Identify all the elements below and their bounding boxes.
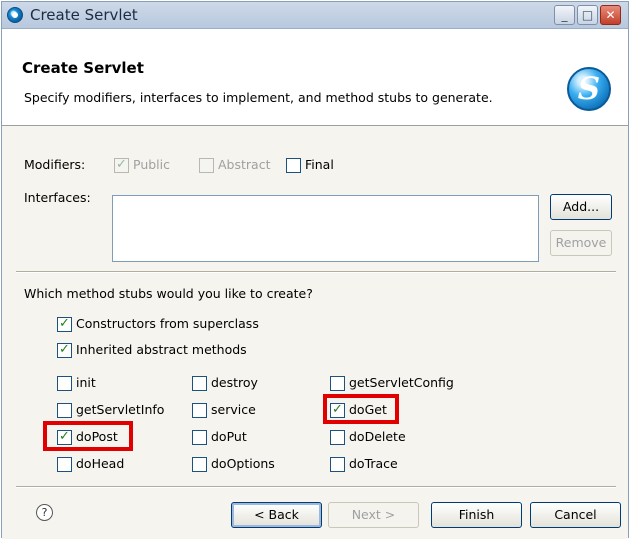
init-checkbox[interactable]	[57, 376, 72, 391]
wizard-content: Modifiers: ✓ Public Abstract Final Inter…	[2, 126, 628, 539]
public-checkbox[interactable]: ✓	[114, 158, 129, 173]
add-interface-button[interactable]: Add...	[550, 194, 612, 220]
doput-label: doPut	[211, 429, 247, 444]
cancel-button[interactable]: Cancel	[530, 502, 621, 528]
footer-separator	[16, 486, 616, 488]
banner-title: Create Servlet	[22, 59, 144, 77]
maximize-button[interactable]: □	[577, 5, 598, 25]
title-bar[interactable]: Create Servlet _ □ ✕	[2, 2, 628, 29]
destroy-checkbox[interactable]	[192, 376, 207, 391]
service-checkbox[interactable]	[192, 403, 207, 418]
dotrace-label: doTrace	[349, 456, 398, 471]
window-title: Create Servlet	[30, 6, 138, 24]
public-label: Public	[133, 157, 170, 172]
interfaces-label: Interfaces:	[24, 190, 91, 205]
abstract-checkbox[interactable]	[199, 158, 214, 173]
final-label: Final	[305, 157, 334, 172]
dodelete-label: doDelete	[349, 429, 406, 444]
dopost-doget-highlight-box	[323, 394, 399, 424]
inherited-abstract-label: Inherited abstract methods	[76, 342, 247, 357]
final-checkbox[interactable]	[286, 158, 301, 173]
dohead-checkbox[interactable]	[57, 457, 72, 472]
finish-button[interactable]: Finish	[431, 502, 522, 528]
getservletinfo-checkbox[interactable]	[57, 403, 72, 418]
help-icon[interactable]: ?	[36, 504, 53, 521]
getservletinfo-label: getServletInfo	[76, 402, 165, 417]
dodelete-checkbox[interactable]	[330, 430, 345, 445]
separator	[16, 271, 616, 273]
servlet-logo-icon: S	[567, 67, 611, 111]
service-label: service	[211, 402, 256, 417]
method-stubs-question: Which method stubs would you like to cre…	[24, 286, 313, 301]
dooptions-checkbox[interactable]	[192, 457, 207, 472]
close-button[interactable]: ✕	[600, 5, 621, 25]
dotrace-checkbox[interactable]	[330, 457, 345, 472]
dohead-label: doHead	[76, 456, 125, 471]
constructors-label: Constructors from superclass	[76, 316, 259, 331]
destroy-label: destroy	[211, 375, 258, 390]
init-label: init	[76, 375, 96, 390]
inherited-abstract-checkbox[interactable]: ✓	[57, 343, 72, 358]
abstract-label: Abstract	[218, 157, 271, 172]
dooptions-label: doOptions	[211, 456, 275, 471]
dopost-highlight-box	[43, 421, 133, 451]
servlet-icon	[7, 7, 23, 23]
back-button[interactable]: < Back	[231, 502, 322, 528]
doput-checkbox[interactable]	[192, 430, 207, 445]
next-button[interactable]: Next >	[328, 502, 419, 528]
create-servlet-dialog: Create Servlet _ □ ✕ Create Servlet Spec…	[1, 1, 629, 539]
modifiers-label: Modifiers:	[24, 157, 86, 172]
interfaces-list[interactable]	[112, 195, 539, 262]
remove-interface-button[interactable]: Remove	[550, 230, 612, 256]
getservletconfig-checkbox[interactable]	[330, 376, 345, 391]
minimize-button[interactable]: _	[554, 5, 575, 25]
banner-description: Specify modifiers, interfaces to impleme…	[24, 90, 493, 105]
wizard-banner: Create Servlet Specify modifiers, interf…	[2, 29, 628, 126]
constructors-checkbox[interactable]: ✓	[57, 317, 72, 332]
getservletconfig-label: getServletConfig	[349, 375, 454, 390]
